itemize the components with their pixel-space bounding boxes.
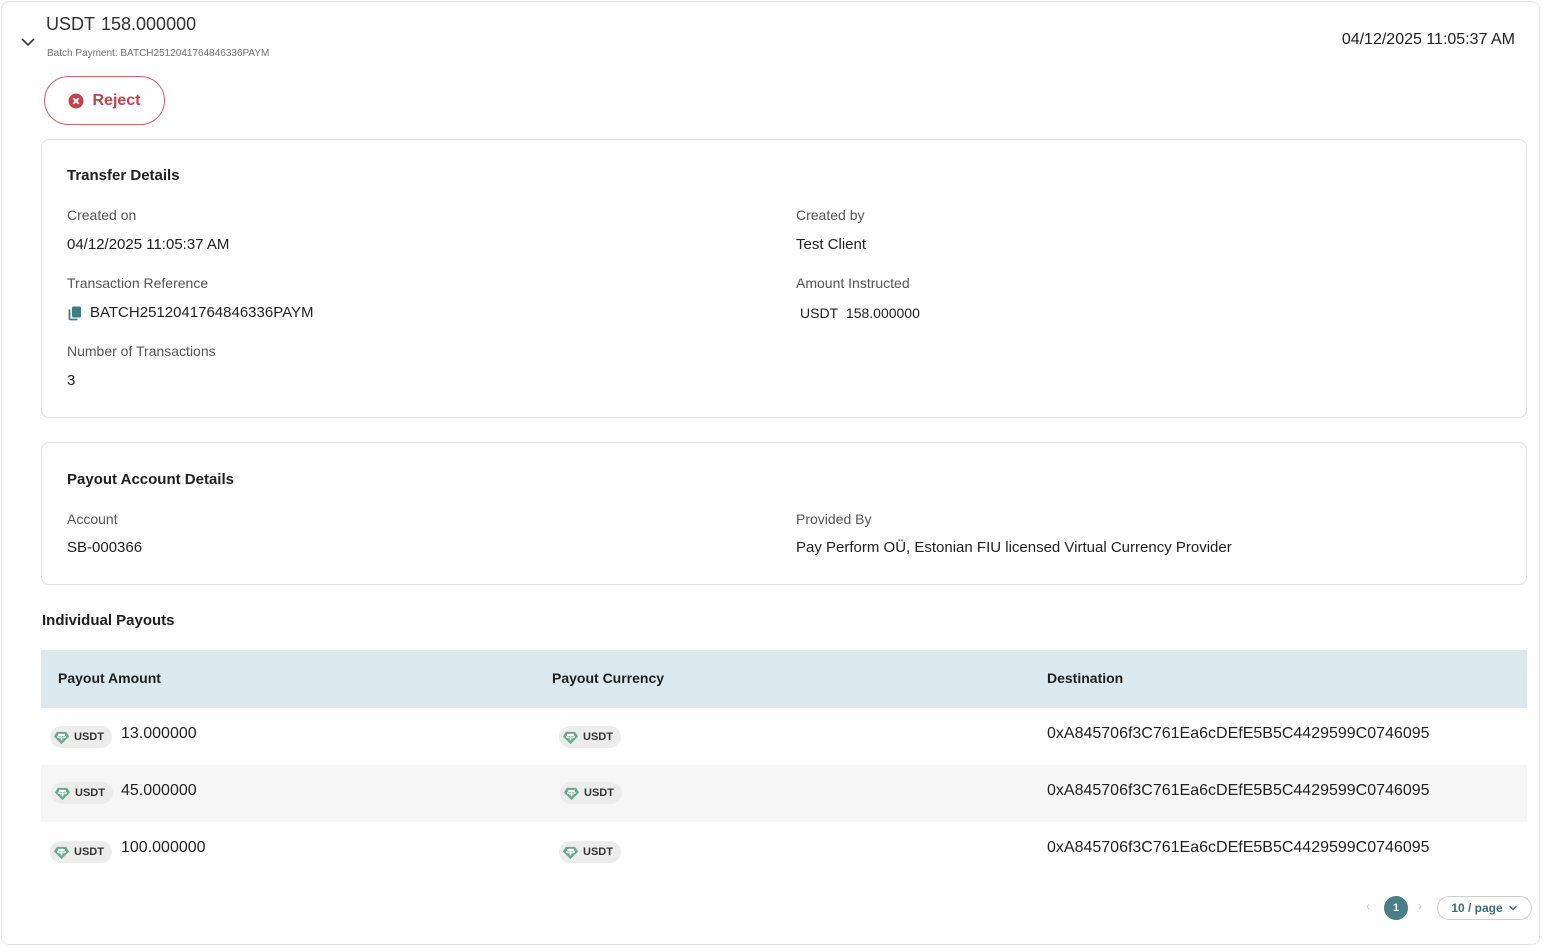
destination-address: 0xA845706f3C761Ea6cDEfE5B5C4429599C07460… — [1047, 725, 1430, 742]
tether-icon — [53, 846, 70, 859]
created-on-value: 04/12/2025 11:05:37 AM — [67, 236, 230, 253]
amount-instructed-value: USDT 158.000000 — [800, 305, 920, 321]
currency-chip-label: USDT — [74, 846, 104, 858]
x-circle-icon — [68, 93, 84, 108]
payout-currency-label: USDT — [583, 846, 613, 858]
destination-address: 0xA845706f3C761Ea6cDEfE5B5C4429599C07460… — [1047, 839, 1430, 856]
column-header-destination[interactable]: Destination — [1047, 670, 1123, 686]
payout-amount: 45.000000 — [121, 782, 197, 799]
tether-icon — [562, 846, 579, 859]
page-size-select[interactable]: 10 / page — [1437, 896, 1532, 920]
table-row[interactable]: USDT 100.000000 USDT 0xA845706f3C761Ea6c… — [41, 822, 1527, 879]
payout-currency-chip: USDT — [560, 782, 622, 804]
amount-instructed-label: Amount Instructed — [796, 275, 910, 291]
provided-by-label: Provided By — [796, 511, 872, 527]
number-of-transactions-value: 3 — [67, 372, 76, 389]
account-value: SB-000366 — [67, 539, 143, 556]
currency-chip: USDT — [50, 726, 112, 748]
batch-payment-subtitle: Batch Payment: BATCH2512041764846336PAYM — [47, 48, 270, 59]
payout-currency-label: USDT — [584, 787, 614, 799]
previous-page-icon[interactable]: ‹ — [1366, 899, 1370, 913]
transaction-reference-label: Transaction Reference — [67, 275, 209, 291]
individual-payouts-title: Individual Payouts — [42, 612, 175, 629]
transfer-details-card: Transfer Details Created on 04/12/2025 1… — [41, 139, 1527, 418]
reject-button[interactable]: Reject — [44, 76, 165, 125]
payout-account-title: Payout Account Details — [67, 471, 234, 488]
destination-address: 0xA845706f3C761Ea6cDEfE5B5C4429599C07460… — [1047, 782, 1430, 799]
tether-icon — [562, 731, 579, 744]
transaction-reference-value: BATCH2512041764846336PAYM — [90, 304, 314, 321]
amount-instructed-currency: USDT — [800, 305, 839, 321]
currency-chip: USDT — [50, 841, 112, 863]
table-row[interactable]: USDT 13.000000 USDT 0xA845706f3C761Ea6cD… — [41, 708, 1527, 765]
created-on-label: Created on — [67, 207, 137, 223]
transfer-details-title: Transfer Details — [67, 167, 180, 184]
next-page-icon[interactable]: › — [1418, 899, 1422, 913]
page-button-current[interactable]: 1 — [1384, 896, 1408, 920]
currency-chip-label: USDT — [74, 731, 104, 743]
payout-currency-label: USDT — [583, 731, 613, 743]
payout-account-card: Payout Account Details Account SB-000366… — [41, 442, 1527, 585]
payout-amount: 100.000000 — [121, 839, 206, 856]
currency-chip: USDT — [51, 782, 113, 804]
header-currency: USDT — [46, 14, 95, 34]
amount-instructed-amount: 158.000000 — [845, 305, 920, 321]
tether-icon — [563, 787, 580, 800]
payout-amount: 13.000000 — [121, 725, 197, 742]
header-amount: USDT 158.000000 — [46, 14, 196, 35]
payouts-table: Payout Amount Payout Currency Destinatio… — [41, 650, 1527, 879]
column-header-payout-currency[interactable]: Payout Currency — [552, 670, 664, 686]
page-size-value: 10 / page — [1451, 901, 1503, 915]
table-header: Payout Amount Payout Currency Destinatio… — [41, 650, 1527, 708]
tether-icon — [54, 787, 71, 800]
header-amount-value: 158.000000 — [101, 14, 197, 34]
created-by-value: Test Client — [796, 236, 867, 253]
copy-icon[interactable] — [67, 305, 83, 321]
currency-chip-label: USDT — [75, 787, 105, 799]
provided-by-value: Pay Perform OÜ, Estonian FIU licensed Vi… — [796, 539, 1232, 556]
payout-currency-chip: USDT — [559, 726, 621, 748]
account-label: Account — [67, 511, 118, 527]
created-by-label: Created by — [796, 207, 865, 223]
table-row[interactable]: USDT 45.000000 USDT 0xA845706f3C761Ea6cD… — [41, 765, 1527, 822]
header-date: 04/12/2025 11:05:37 AM — [1341, 31, 1515, 48]
number-of-transactions-label: Number of Transactions — [67, 343, 216, 359]
chevron-down-icon[interactable] — [19, 33, 37, 51]
column-header-payout-amount[interactable]: Payout Amount — [58, 670, 161, 686]
reject-label: Reject — [92, 91, 141, 109]
tether-icon — [53, 731, 70, 744]
chevron-down-icon — [1508, 905, 1517, 911]
payout-currency-chip: USDT — [559, 841, 621, 863]
